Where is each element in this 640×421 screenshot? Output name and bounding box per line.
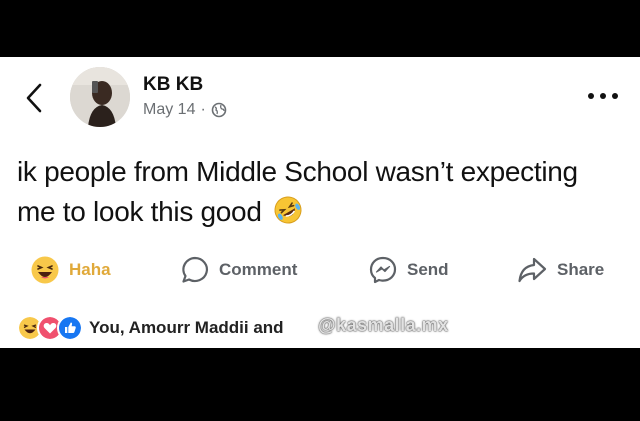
share-arrow-icon (518, 257, 547, 283)
back-chevron-icon[interactable] (22, 81, 46, 115)
post-meta: May 14 · (143, 101, 227, 119)
messenger-icon (369, 256, 397, 284)
send-button[interactable]: Send (368, 252, 449, 288)
globe-icon (211, 102, 227, 118)
post-date[interactable]: May 14 (143, 101, 195, 119)
action-bar: Haha Comment Send Share (0, 252, 640, 288)
share-button[interactable]: Share (516, 252, 604, 288)
haha-button[interactable]: Haha (30, 252, 111, 288)
author-name[interactable]: KB KB (143, 74, 203, 96)
share-label: Share (557, 260, 605, 279)
post-card: KB KB May 14 · ik people from Middle Sch… (0, 57, 640, 348)
author-avatar[interactable] (70, 67, 130, 127)
post-body: ik people from Middle School wasn’t expe… (17, 152, 617, 232)
rolling-laughing-emoji-icon (274, 196, 302, 224)
meta-separator: · (200, 101, 206, 118)
comment-label: Comment (219, 260, 298, 279)
like-reaction-icon (57, 315, 83, 341)
haha-emoji-icon (31, 256, 59, 284)
reactions-summary[interactable]: You, Amourr Maddii and (17, 315, 284, 341)
comment-bubble-icon (182, 256, 209, 283)
send-label: Send (407, 260, 449, 279)
more-options-icon[interactable] (588, 89, 622, 103)
haha-label: Haha (69, 260, 111, 279)
watermark-text: @kasmalla.mx (318, 315, 449, 335)
comment-button[interactable]: Comment (180, 252, 297, 288)
avatar-photo (70, 67, 130, 127)
reactions-summary-text: You, Amourr Maddii and (89, 318, 284, 337)
